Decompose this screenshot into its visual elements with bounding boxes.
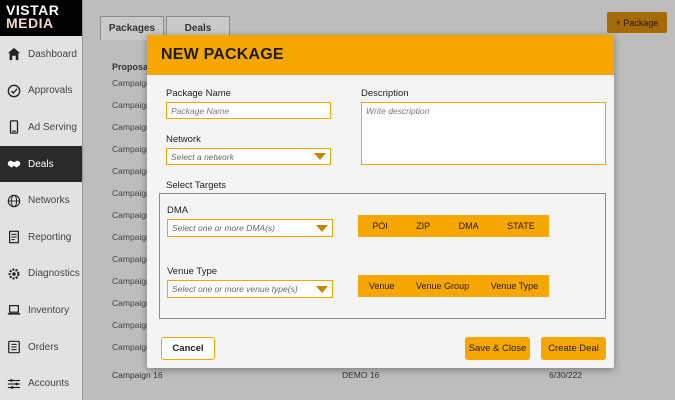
- sidebar-item-label: Networks: [28, 195, 70, 207]
- dma-label: DMA: [167, 205, 189, 216]
- new-package-modal: NEW PACKAGE Package Name Package Name De…: [147, 35, 614, 368]
- sidebar-item-approvals[interactable]: Approvals: [0, 73, 82, 110]
- sidebar-item-label: Orders: [28, 341, 59, 353]
- table-row[interactable]: Campaign: [112, 77, 151, 99]
- create-deal-button[interactable]: Create Deal: [541, 337, 606, 360]
- logo-line-2: MEDIA: [6, 15, 54, 31]
- report-icon: [6, 230, 21, 245]
- targets-panel: DMA Select one or more DMA(s) POI ZIP DM…: [159, 193, 606, 319]
- home-icon: [6, 47, 21, 62]
- sidebar-item-ad-serving[interactable]: Ad Serving: [0, 109, 82, 146]
- laptop-icon: [6, 303, 21, 318]
- vistar-media-logo[interactable]: VISTAR MEDIA: [0, 0, 82, 36]
- network-select-value: Select a network: [171, 151, 234, 162]
- sliders-icon: [6, 376, 21, 391]
- option-zip[interactable]: ZIP: [416, 221, 430, 231]
- table-row[interactable]: Campaign: [112, 231, 151, 253]
- sidebar-item-inventory[interactable]: Inventory: [0, 292, 82, 329]
- modal-title: NEW PACKAGE: [161, 46, 284, 63]
- option-venue[interactable]: Venue: [369, 281, 395, 291]
- option-venue-group[interactable]: Venue Group: [416, 281, 469, 291]
- table-row[interactable]: Campaign: [112, 209, 151, 231]
- sidebar-item-orders[interactable]: Orders: [0, 329, 82, 366]
- description-label: Description: [361, 88, 409, 99]
- select-targets-label: Select Targets: [166, 180, 227, 191]
- sidebar-item-label: Approvals: [28, 85, 73, 97]
- campaign-date: 6/30/222: [549, 370, 583, 380]
- sidebar-item-networks[interactable]: Networks: [0, 182, 82, 219]
- package-name-label: Package Name: [166, 88, 231, 99]
- proposal-column-header: Proposal: [112, 62, 151, 72]
- location-type-toggle: POI ZIP DMA STATE: [358, 215, 549, 237]
- option-state[interactable]: STATE: [507, 221, 535, 231]
- network-label: Network: [166, 134, 201, 145]
- table-row[interactable]: Campaign: [112, 319, 151, 341]
- chevron-down-icon: [316, 285, 328, 293]
- dma-select-value: Select one or more DMA(s): [172, 223, 275, 233]
- description-textarea[interactable]: Write description: [361, 102, 606, 165]
- table-row-last[interactable]: Campaign 16 DEMO 16 6/30/222: [84, 370, 675, 384]
- save-close-button[interactable]: Save & Close: [465, 337, 530, 360]
- dma-select[interactable]: Select one or more DMA(s): [167, 219, 333, 237]
- table-row[interactable]: Campaign: [112, 187, 151, 209]
- sidebar-item-deals[interactable]: Deals: [0, 145, 82, 183]
- sidebar-item-diagnostics[interactable]: Diagnostics: [0, 256, 82, 293]
- chevron-down-icon: [316, 224, 328, 232]
- option-poi[interactable]: POI: [372, 221, 388, 231]
- venue-type-select[interactable]: Select one or more venue type(s): [167, 280, 333, 298]
- table-row[interactable]: Campaign: [112, 275, 151, 297]
- table-row[interactable]: Campaign: [112, 341, 151, 363]
- venue-option-toggle: Venue Venue Group Venue Type: [358, 275, 549, 297]
- option-venue-type[interactable]: Venue Type: [491, 281, 538, 291]
- proposal-list: Campaign Campaign Campaign Campaign Camp…: [112, 77, 151, 363]
- handshake-icon: [6, 157, 21, 172]
- network-select[interactable]: Select a network: [166, 148, 331, 165]
- list-icon: [6, 340, 21, 355]
- sidebar-item-dashboard[interactable]: Dashboard: [0, 36, 82, 73]
- table-row[interactable]: Campaign: [112, 165, 151, 187]
- sidebar-item-label: Inventory: [28, 304, 70, 316]
- package-name-input[interactable]: Package Name: [166, 102, 331, 119]
- sidebar-item-label: Dashboard: [28, 48, 77, 60]
- table-row[interactable]: Campaign: [112, 99, 151, 121]
- gear-icon: [6, 266, 21, 281]
- table-row[interactable]: Campaign: [112, 253, 151, 275]
- venue-type-select-value: Select one or more venue type(s): [172, 284, 298, 294]
- sidebar-item-label: Reporting: [28, 231, 72, 243]
- table-row[interactable]: Campaign: [112, 121, 151, 143]
- check-circle-icon: [6, 83, 21, 98]
- sidebar-item-accounts[interactable]: Accounts: [0, 365, 82, 400]
- campaign-name: Campaign 16: [112, 370, 163, 380]
- tablet-icon: [6, 120, 21, 135]
- globe-icon: [6, 193, 21, 208]
- sidebar-item-label: Diagnostics: [28, 268, 80, 280]
- venue-type-label: Venue Type: [167, 266, 218, 277]
- sidebar-item-label: Accounts: [28, 378, 70, 390]
- chevron-down-icon: [314, 153, 326, 160]
- add-package-button[interactable]: + Package: [607, 12, 667, 33]
- sidebar-item-label: Ad Serving: [28, 121, 77, 133]
- table-row[interactable]: Campaign: [112, 297, 151, 319]
- campaign-demo: DEMO 16: [342, 370, 380, 380]
- sidebar-item-label: Deals: [28, 158, 54, 170]
- sidebar: VISTAR MEDIA Dashboard Approvals Ad Serv…: [0, 0, 83, 400]
- modal-header: NEW PACKAGE: [147, 35, 614, 75]
- cancel-button[interactable]: Cancel: [161, 337, 215, 360]
- table-row[interactable]: Campaign: [112, 143, 151, 165]
- sidebar-item-reporting[interactable]: Reporting: [0, 219, 82, 256]
- option-dma[interactable]: DMA: [459, 221, 479, 231]
